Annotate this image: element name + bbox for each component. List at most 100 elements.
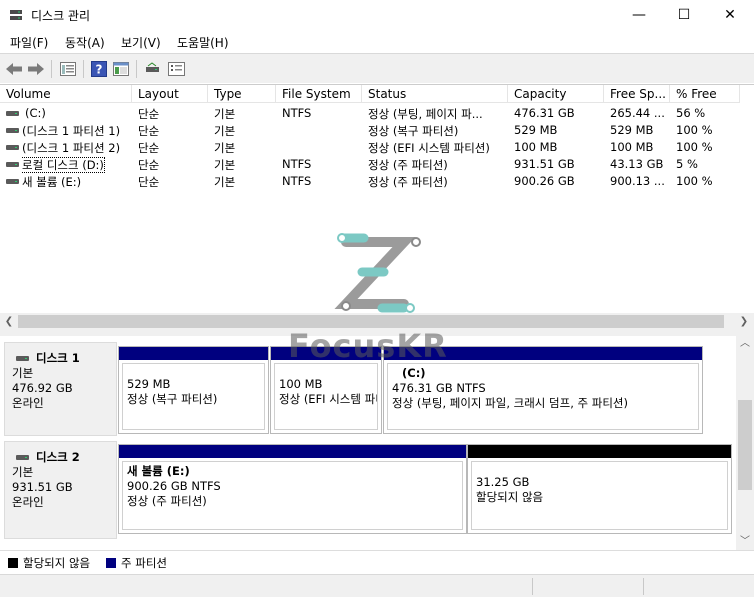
disk-1-state: 온라인 [12,396,44,410]
volume-free: 900.13 ... [610,174,665,188]
partition-efi[interactable]: 100 MB 정상 (EFI 시스템 파티션) [270,346,382,434]
volume-status: 정상 (주 파티션) [368,158,448,172]
menu-file[interactable]: 파일(F) [10,34,48,51]
partition-unallocated[interactable]: 31.25 GB 할당되지 않음 [467,444,732,534]
col-header-layout[interactable]: Layout [132,85,208,103]
volume-pct-free: 100 % [676,140,713,154]
menu-view[interactable]: 보기(V) [121,34,161,51]
drive-icon [6,145,19,150]
volume-row[interactable]: (디스크 1 파티션 2) 단순 기본 정상 (EFI 시스템 파티션) 100… [0,139,740,156]
console-tree-icon[interactable] [111,59,131,79]
partition-title: 새 볼륨 (E:) [127,464,190,478]
partition-c[interactable]: (C:) 476.31 GB NTFS 정상 (부팅, 페이지 파일, 크래시 … [383,346,703,434]
volume-name: 로컬 디스크 (D:) [22,157,105,173]
volume-row[interactable]: (디스크 1 파티션 1) 단순 기본 정상 (복구 파티션) 529 MB 5… [0,122,740,139]
volume-fs: NTFS [282,106,312,120]
svg-text:?: ? [96,63,103,77]
volume-layout: 단순 [138,124,160,138]
volume-layout: 단순 [138,141,160,155]
volume-type: 기본 [214,175,236,189]
forward-arrow-icon[interactable] [26,59,46,79]
horizontal-scroll-thumb[interactable] [18,315,724,328]
volume-row[interactable]: 새 볼륨 (E:) 단순 기본 NTFS 정상 (주 파티션) 900.26 G… [0,173,740,190]
vertical-scroll-thumb[interactable] [738,400,752,490]
disk-1-name: 디스크 1 [12,351,116,366]
col-header-file-system[interactable]: File System [276,85,362,103]
partition-bar [119,445,466,458]
col-header-status[interactable]: Status [362,85,508,103]
col-header-volume[interactable]: Volume [0,85,132,103]
partition-bar [271,347,381,360]
col-header-type[interactable]: Type [208,85,276,103]
legend-swatch-unallocated [8,558,18,568]
partition-size: 529 MB [127,377,171,391]
scroll-left-icon[interactable]: ❮ [1,315,17,328]
volume-free: 529 MB [610,123,654,137]
volume-capacity: 100 MB [514,140,558,154]
volume-layout: 단순 [138,107,160,121]
help-icon[interactable]: ? [89,59,109,79]
partition-size: 31.25 GB [476,475,530,489]
volume-name: (C:) [25,106,46,120]
scroll-down-icon[interactable]: ﹀ [736,534,754,550]
volume-capacity: 931.51 GB [514,157,575,171]
partition-bar [119,347,268,360]
volume-fs: NTFS [282,174,312,188]
volume-type: 기본 [214,124,236,138]
volume-type: 기본 [214,107,236,121]
partition-status: 정상 (복구 파티션) [127,392,218,406]
properties-icon[interactable] [58,59,78,79]
volume-pct-free: 100 % [676,174,713,188]
vertical-scrollbar[interactable]: ︿ ﹀ [736,336,754,550]
volume-name: (디스크 1 파티션 2) [22,141,121,155]
volume-layout: 단순 [138,158,160,172]
volume-pct-free: 56 % [676,106,706,120]
volume-row-selected[interactable]: 로컬 디스크 (D:) 단순 기본 NTFS 정상 (주 파티션) 931.51… [0,156,740,173]
partition-title: (C:) [402,366,426,380]
volume-name: (디스크 1 파티션 1) [22,124,121,138]
legend-label-primary: 주 파티션 [121,556,167,570]
disk-1-label[interactable]: 디스크 1 기본 476.92 GB 온라인 [4,342,117,436]
disk-2-size: 931.51 GB [12,480,73,494]
partition-status: 정상 (부팅, 페이지 파일, 크래시 덤프, 주 파티션) [392,396,628,410]
menu-bar: 파일(F) 동작(A) 보기(V) 도움말(H) [0,30,754,52]
back-arrow-icon[interactable] [4,59,24,79]
partition-size: 100 MB [279,377,323,391]
maximize-button[interactable]: ☐ [661,0,707,30]
drive-icon [6,111,19,116]
volume-row[interactable]: (C:) 단순 기본 NTFS 정상 (부팅, 페이지 파... 476.31 … [0,105,740,122]
volume-status: 정상 (EFI 시스템 파티션) [368,141,490,155]
disk-map: 디스크 1 기본 476.92 GB 온라인 529 MB 정상 (복구 파티션… [0,336,754,550]
col-header-free-space[interactable]: Free Sp... [604,85,670,103]
menu-help[interactable]: 도움말(H) [177,34,229,51]
volume-capacity: 529 MB [514,123,558,137]
disk-management-app-icon [10,10,22,20]
col-header-capacity[interactable]: Capacity [508,85,604,103]
disk-2-state: 온라인 [12,495,44,509]
scroll-right-icon[interactable]: ❯ [736,315,752,328]
options-icon[interactable] [166,59,186,79]
partition-bar [468,445,731,458]
close-button[interactable]: ✕ [707,0,753,30]
scroll-up-icon[interactable]: ︿ [736,336,754,352]
disk-2-label[interactable]: 디스크 2 기본 931.51 GB 온라인 [4,441,117,539]
volume-pct-free: 5 % [676,157,698,171]
connect-drive-icon[interactable] [143,59,163,79]
volume-status: 정상 (복구 파티션) [368,124,459,138]
legend-label-unallocated: 할당되지 않음 [23,556,91,570]
volume-free: 265.44 ... [610,106,665,120]
partition-bar [384,347,702,360]
volume-free: 43.13 GB [610,157,664,171]
partition-e[interactable]: 새 볼륨 (E:) 900.26 GB NTFS 정상 (주 파티션) [118,444,467,534]
volume-type: 기본 [214,141,236,155]
volume-status: 정상 (주 파티션) [368,175,448,189]
drive-icon [6,179,19,184]
menu-action[interactable]: 동작(A) [65,34,105,51]
col-header-percent-free[interactable]: % Free [670,85,740,103]
disk-2-type: 기본 [12,465,34,479]
disk-2-name: 디스크 2 [12,450,116,465]
partition-size: 900.26 GB NTFS [127,479,221,493]
horizontal-scrollbar[interactable]: ❮ ❯ [0,313,754,330]
partition-recovery[interactable]: 529 MB 정상 (복구 파티션) [118,346,269,434]
minimize-button[interactable]: — [616,0,662,30]
